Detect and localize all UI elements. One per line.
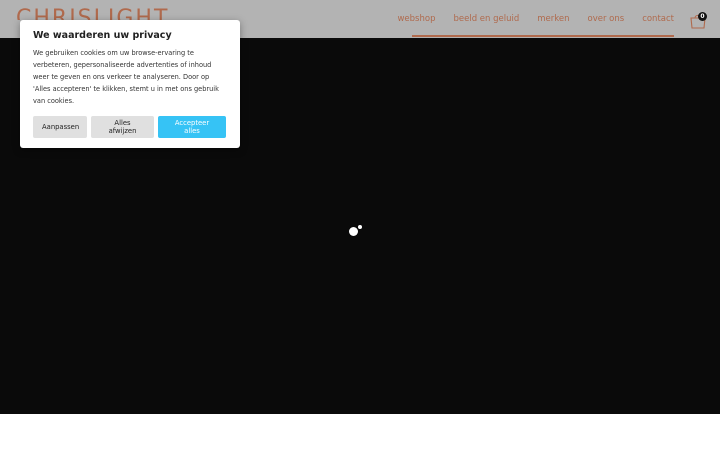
nav-underline [412,35,674,37]
consent-text: We gebruiken cookies om uw browse-ervari… [33,49,219,105]
cookie-consent-dialog: We waarderen uw privacy We gebruiken coo… [20,20,240,148]
loading-spinner-icon [349,227,358,236]
accept-all-button[interactable]: Accepteer alles [158,116,226,138]
nav-item-webshop[interactable]: webshop [397,14,435,24]
nav-item-over-ons[interactable]: over ons [588,14,625,24]
main-nav: webshop beeld en geluid merken over ons … [379,0,674,38]
reject-all-button[interactable]: Alles afwijzen [91,116,154,138]
site-logo[interactable]: CHRISLIGHT [16,4,169,20]
consent-button-row: Aanpassen Alles afwijzen Accepteer alles [33,116,226,138]
cart-count-badge: 0 [698,12,707,21]
nav-item-contact[interactable]: contact [642,14,674,24]
page: CHRISLIGHT webshop beeld en geluid merke… [0,0,720,450]
consent-title: We waarderen uw privacy [33,30,172,41]
nav-item-beeld-en-geluid[interactable]: beeld en geluid [453,14,519,24]
loading-spinner-dot-icon [358,225,362,229]
customize-button[interactable]: Aanpassen [33,116,87,138]
nav-item-merken[interactable]: merken [537,14,569,24]
